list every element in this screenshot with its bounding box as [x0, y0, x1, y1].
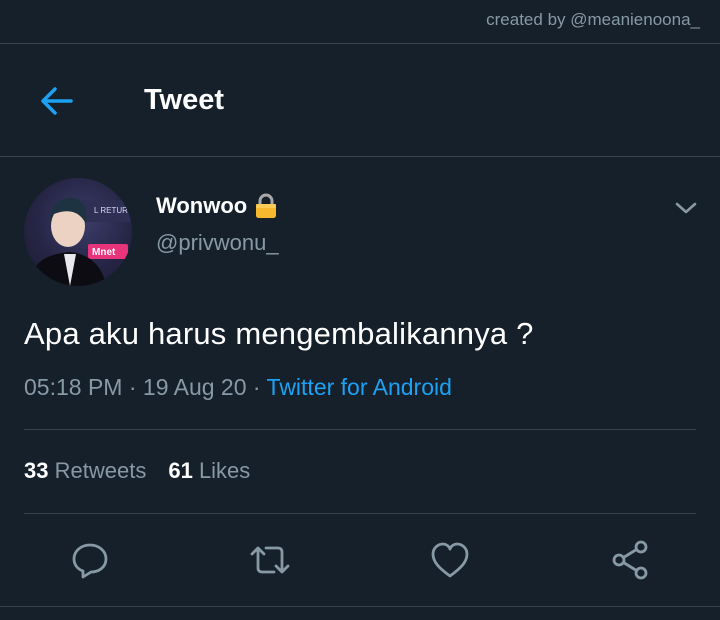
stats-divider — [24, 513, 696, 514]
tweet-meta: 05:18 PM · 19 Aug 20 · Twitter for Andro… — [24, 374, 452, 401]
avatar[interactable]: L RETURN Mnet — [24, 178, 132, 286]
reply-icon — [72, 543, 108, 579]
tweet-menu-button[interactable] — [670, 195, 702, 221]
tweet-time: 05:18 PM — [24, 374, 123, 400]
likes-label: Likes — [198, 458, 251, 483]
author-handle[interactable]: @privwonu_ — [156, 230, 279, 256]
retweet-button[interactable] — [248, 538, 292, 582]
page-title: Tweet — [144, 84, 225, 116]
tweet-date: 19 Aug 20 — [142, 374, 247, 400]
tweet-text: Apa aku harus mengembalikannya ? — [24, 316, 534, 351]
likes-stat[interactable]: 61 Likes — [168, 458, 250, 483]
meta-separator: · — [122, 374, 143, 400]
author-display-name[interactable]: Wonwoo — [156, 193, 247, 219]
avatar-caption: L RETURN — [94, 206, 132, 215]
author-name-row: Wonwoo — [156, 193, 277, 219]
retweets-count: 33 — [24, 458, 49, 483]
share-button[interactable] — [608, 538, 652, 582]
back-button[interactable] — [36, 84, 76, 118]
share-icon — [612, 540, 648, 580]
watermark-text: created by @meanienoona_ — [486, 10, 700, 29]
retweets-stat[interactable]: 33 Retweets — [24, 458, 146, 483]
lock-icon — [256, 193, 277, 218]
like-icon — [431, 542, 469, 578]
bottom-divider — [0, 606, 720, 607]
reply-button[interactable] — [68, 538, 112, 582]
top-divider — [0, 43, 720, 44]
header-divider — [0, 156, 720, 157]
likes-count: 61 — [168, 458, 193, 483]
chevron-down-icon — [675, 202, 697, 214]
meta-divider — [24, 429, 696, 430]
like-button[interactable] — [428, 538, 472, 582]
meta-separator: · — [246, 374, 267, 400]
retweets-label: Retweets — [54, 458, 147, 483]
tweet-stats: 33 Retweets 61 Likes — [24, 458, 250, 484]
retweet-icon — [250, 546, 290, 574]
avatar-badge: Mnet — [92, 247, 116, 258]
tweet-source-link[interactable]: Twitter for Android — [267, 374, 452, 400]
arrow-left-icon — [41, 87, 73, 115]
